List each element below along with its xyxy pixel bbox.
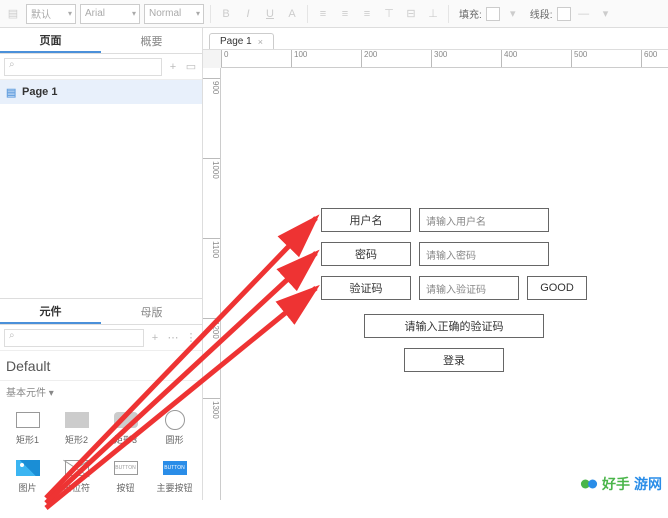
shape-image[interactable]: 图片 — [4, 452, 51, 498]
color-icon[interactable]: A — [283, 5, 301, 23]
tab-pages[interactable]: 页面 — [0, 28, 101, 53]
valign-bot-icon[interactable]: ⊥ — [424, 5, 442, 23]
captcha-image[interactable]: GOOD — [527, 276, 587, 300]
page-item[interactable]: ▤ Page 1 — [0, 80, 202, 104]
form-mockup: 用户名 请输入用户名 密码 请输入密码 验证码 请输入验证码 GOOD 请输入正… — [321, 208, 587, 382]
font-select[interactable]: Arial — [80, 4, 140, 24]
size-select[interactable]: Normal — [144, 4, 204, 24]
sidebar: 页面 概要 ⌕ + ▭ ▤ Page 1 元件 母版 ⌕ + ⋯ ⋮ — [0, 28, 203, 500]
shapes-grid: 矩形1 矩形2 矩形3 圆形 图片 占位符 BUTTON按钮 BUTTON主要按… — [0, 402, 202, 500]
doc-icon[interactable]: ▤ — [4, 5, 22, 23]
align-center-icon[interactable]: ≡ — [336, 5, 354, 23]
shape-primary-button[interactable]: BUTTON主要按钮 — [151, 452, 198, 498]
add-widget-icon[interactable]: + — [148, 331, 162, 345]
shape-rect1[interactable]: 矩形1 — [4, 404, 51, 450]
widget-menu-icon[interactable]: ⋮ — [184, 331, 198, 345]
ruler-vertical: 900 1000 1100 1200 1300 — [203, 68, 221, 500]
stroke-style-icon[interactable]: ▾ — [597, 5, 615, 23]
valign-mid-icon[interactable]: ⊟ — [402, 5, 420, 23]
tab-widgets[interactable]: 元件 — [0, 299, 101, 324]
top-toolbar: ▤ 默认 Arial Normal B I U A ≡ ≡ ≡ ⊤ ⊟ ⊥ 填充… — [0, 0, 668, 28]
canvas-area: Page 1 × 0 100 200 300 400 500 600 900 1… — [203, 28, 668, 500]
separator — [307, 5, 308, 23]
watermark: 好手游网 — [580, 474, 662, 494]
fill-more-icon[interactable]: ▾ — [504, 5, 522, 23]
category-label: 基本元件 ▾ — [0, 381, 202, 402]
pages-panel-tabs: 页面 概要 — [0, 28, 202, 54]
login-button[interactable]: 登录 — [404, 348, 504, 372]
fill-swatch[interactable] — [486, 7, 500, 21]
watermark-icon — [580, 475, 598, 493]
close-icon[interactable]: × — [258, 37, 263, 47]
captcha-input[interactable]: 请输入验证码 — [419, 276, 519, 300]
captcha-hint[interactable]: 请输入正确的验证码 — [364, 314, 544, 338]
shape-circle[interactable]: 圆形 — [151, 404, 198, 450]
separator — [448, 5, 449, 23]
separator — [210, 5, 211, 23]
page-list: ▤ Page 1 — [0, 80, 202, 104]
captcha-label[interactable]: 验证码 — [321, 276, 411, 300]
username-input[interactable]: 请输入用户名 — [419, 208, 549, 232]
pages-search-row: ⌕ + ▭ — [0, 54, 202, 80]
widget-opts-icon[interactable]: ⋯ — [166, 331, 180, 345]
add-page-icon[interactable]: + — [166, 60, 180, 74]
stroke-label: 线段: — [530, 6, 553, 21]
underline-icon[interactable]: U — [261, 5, 279, 23]
library-name[interactable]: Default — [6, 358, 50, 374]
valign-top-icon[interactable]: ⊤ — [380, 5, 398, 23]
canvas-tab[interactable]: Page 1 × — [209, 33, 274, 49]
pages-search-input[interactable]: ⌕ — [4, 58, 162, 76]
password-label[interactable]: 密码 — [321, 242, 411, 266]
bold-icon[interactable]: B — [217, 5, 235, 23]
shape-rect3[interactable]: 矩形3 — [102, 404, 149, 450]
watermark-text-1: 好手 — [602, 474, 630, 494]
canvas[interactable]: 用户名 请输入用户名 密码 请输入密码 验证码 请输入验证码 GOOD 请输入正… — [221, 68, 668, 500]
widgets-search-input[interactable]: ⌕ — [4, 329, 144, 347]
password-input[interactable]: 请输入密码 — [419, 242, 549, 266]
shape-button[interactable]: BUTTON按钮 — [102, 452, 149, 498]
ruler-horizontal: 0 100 200 300 400 500 600 — [221, 50, 668, 68]
page-name: Page 1 — [22, 86, 57, 98]
page-icon: ▤ — [6, 86, 18, 98]
stroke-width-icon[interactable]: — — [575, 5, 593, 23]
canvas-tab-label: Page 1 — [220, 36, 252, 47]
tab-outline[interactable]: 概要 — [101, 28, 202, 53]
tab-masters[interactable]: 母版 — [101, 299, 202, 324]
style-select[interactable]: 默认 — [26, 4, 76, 24]
add-folder-icon[interactable]: ▭ — [184, 60, 198, 74]
shape-placeholder[interactable]: 占位符 — [53, 452, 100, 498]
align-right-icon[interactable]: ≡ — [358, 5, 376, 23]
watermark-text-2: 游网 — [634, 474, 662, 494]
italic-icon[interactable]: I — [239, 5, 257, 23]
components-panel: 元件 母版 ⌕ + ⋯ ⋮ Default 基本元件 ▾ 矩形1 矩形2 矩形3… — [0, 298, 202, 500]
fill-label: 填充: — [459, 6, 482, 21]
shape-rect2[interactable]: 矩形2 — [53, 404, 100, 450]
username-label[interactable]: 用户名 — [321, 208, 411, 232]
stroke-swatch[interactable] — [557, 7, 571, 21]
align-left-icon[interactable]: ≡ — [314, 5, 332, 23]
